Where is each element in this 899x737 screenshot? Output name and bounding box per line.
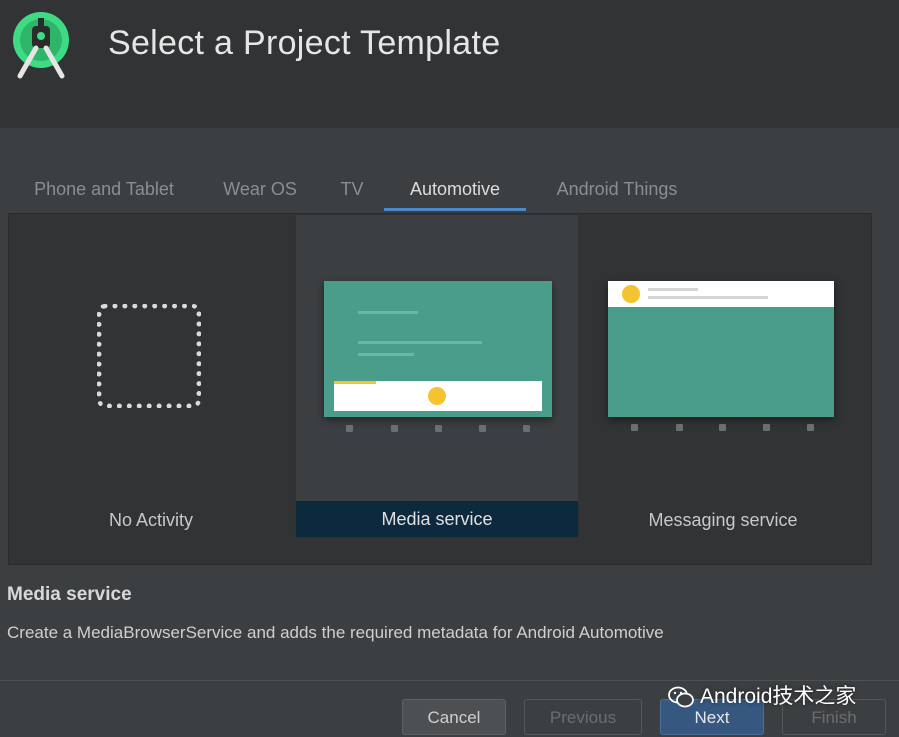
- template-label: No Activity: [108, 510, 194, 530]
- tab-wear-os[interactable]: Wear OS: [218, 170, 302, 210]
- tab-phone-and-tablet[interactable]: Phone and Tablet: [24, 170, 184, 210]
- nav-icon: [676, 424, 683, 431]
- contact-avatar-icon: [622, 285, 640, 303]
- media-service-preview: [324, 281, 552, 417]
- tab-tv[interactable]: TV: [334, 170, 370, 210]
- watermark-text: Android技术之家: [700, 685, 857, 708]
- nav-icon: [719, 424, 726, 431]
- page-title: Select a Project Template: [108, 24, 501, 62]
- form-factor-tabs: Phone and Tablet Wear OS TV Automotive A…: [8, 170, 888, 212]
- template-label: Messaging service: [648, 510, 798, 530]
- template-card-media-service[interactable]: Media service: [295, 214, 579, 538]
- empty-template-icon: [97, 304, 201, 408]
- template-card-no-activity[interactable]: No Activity: [9, 214, 293, 538]
- cancel-button[interactable]: Cancel: [402, 699, 506, 735]
- template-gallery: No Activity Media service Messaging serv…: [8, 213, 872, 565]
- preview-text-line: [358, 311, 418, 314]
- notification-bar: [608, 281, 834, 307]
- dialog-header: Select a Project Template: [0, 0, 899, 128]
- watermark: Android技术之家: [668, 680, 856, 714]
- preview-text-line: [358, 341, 482, 344]
- android-studio-logo-icon: [13, 12, 69, 79]
- tab-android-things[interactable]: Android Things: [544, 170, 690, 210]
- messaging-service-preview: [608, 281, 834, 417]
- progress-indicator: [334, 381, 376, 384]
- tab-automotive[interactable]: Automotive: [384, 170, 526, 211]
- preview-text-line: [648, 296, 768, 299]
- nav-icon: [479, 425, 486, 432]
- template-card-messaging-service[interactable]: Messaging service: [581, 214, 865, 538]
- preview-text-line: [648, 288, 698, 291]
- nav-icon: [435, 425, 442, 432]
- nav-icon: [391, 425, 398, 432]
- nav-icon: [346, 425, 353, 432]
- template-description-text: Create a MediaBrowserService and adds th…: [7, 623, 664, 642]
- play-button-icon: [428, 387, 446, 405]
- wechat-icon: [668, 687, 694, 708]
- nav-icon: [631, 424, 638, 431]
- template-label: Media service: [296, 501, 578, 537]
- template-description-title: Media service: [7, 584, 132, 605]
- nav-icon: [763, 424, 770, 431]
- nav-icon: [523, 425, 530, 432]
- nav-icon: [807, 424, 814, 431]
- preview-text-line: [358, 353, 414, 356]
- previous-button[interactable]: Previous: [524, 699, 642, 735]
